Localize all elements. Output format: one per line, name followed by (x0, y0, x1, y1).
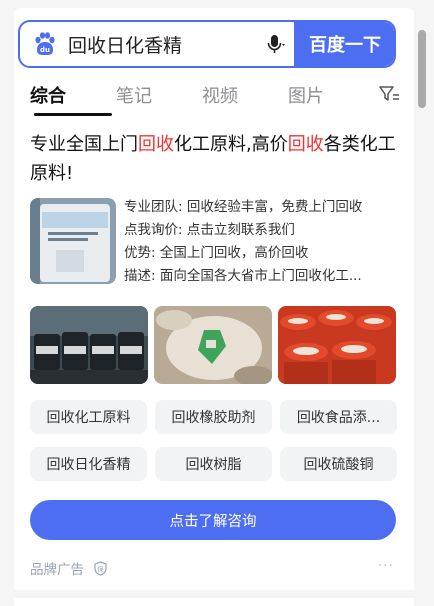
red-drums-photo[interactable] (278, 306, 396, 384)
chip-recycle-chemical[interactable]: 回收化工原料 (30, 400, 147, 434)
consult-button[interactable]: 点击了解咨询 (30, 500, 396, 540)
title-keyword: 回收 (287, 134, 324, 155)
filter-icon[interactable] (378, 84, 400, 108)
product-bag-image[interactable] (30, 198, 116, 284)
desc-line: 描述: 面向全国各大省市上门回收化工... (124, 268, 362, 284)
chip-recycle-fragrance[interactable]: 回收日化香精 (30, 447, 147, 481)
desc-line: 优势: 全国上门回收，高价回收 (124, 245, 309, 261)
search-bar[interactable]: du 回收日化香精 百度一下 (18, 20, 396, 68)
chip-recycle-copper-sulfate[interactable]: 回收硫酸铜 (280, 447, 397, 481)
tab-notes[interactable]: 笔记 (116, 82, 202, 108)
title-text: 专业全国上门 (30, 134, 138, 155)
title-text: 化工原料,高价 (174, 134, 288, 155)
microphone-icon[interactable] (260, 29, 290, 59)
ad-description: 专业团队: 回收经验丰富，免费上门回收 点我询价: 点击立刻联系我们 优势: 全… (124, 196, 400, 288)
chip-recycle-rubber[interactable]: 回收橡胶助剂 (155, 400, 272, 434)
svg-text:保: 保 (97, 564, 104, 573)
title-keyword: 回收 (138, 134, 174, 155)
chip-recycle-food-additive[interactable]: 回收食品添... (280, 400, 397, 434)
brand-ad-text: 品牌广告 (30, 562, 84, 578)
section-divider (14, 590, 414, 598)
tab-images[interactable]: 图片 (288, 82, 374, 108)
desc-line: 专业团队: 回收经验丰富，免费上门回收 (124, 199, 363, 215)
tab-all[interactable]: 综合 (30, 82, 116, 116)
scrollbar[interactable] (418, 30, 426, 108)
svg-text:du: du (40, 46, 50, 54)
baidu-paw-icon: du (32, 31, 58, 57)
sacks-photo[interactable] (154, 306, 272, 384)
brand-ad-label: 品牌广告 保 (30, 558, 107, 578)
desc-line: 点我询价: 点击立刻联系我们 (124, 222, 295, 238)
search-button[interactable]: 百度一下 (294, 22, 394, 66)
search-input[interactable]: 回收日化香精 (68, 31, 260, 58)
tab-bar: 综合 笔记 视频 图片 (30, 80, 400, 116)
barrels-photo[interactable] (30, 306, 148, 384)
chip-recycle-resin[interactable]: 回收树脂 (155, 447, 272, 481)
ad-title-link[interactable]: 专业全国上门回收化工原料,高价回收各类化工原料! (30, 130, 402, 188)
shield-icon: 保 (94, 560, 107, 576)
tab-videos[interactable]: 视频 (202, 82, 288, 108)
more-options-icon[interactable]: ··· (378, 558, 394, 574)
